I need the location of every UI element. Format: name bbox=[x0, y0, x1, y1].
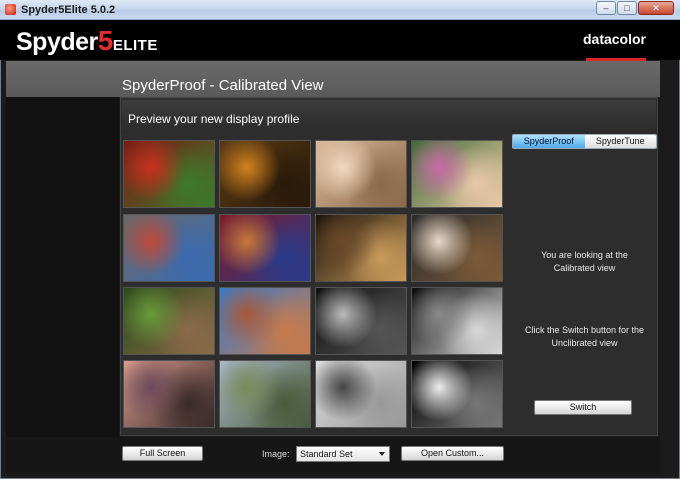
grayscale-test-thumbnail[interactable] bbox=[411, 360, 503, 428]
minimize-button[interactable]: – bbox=[596, 1, 616, 15]
girl-with-flowers-thumbnail[interactable] bbox=[411, 140, 503, 208]
image-set-select[interactable]: Standard Set bbox=[296, 446, 390, 462]
bw-abstract-thumbnail[interactable] bbox=[315, 360, 407, 428]
datacolor-logo: datacolor bbox=[582, 31, 646, 47]
logo-main: Spyder bbox=[16, 28, 98, 56]
page-title: SpyderProof - Calibrated View bbox=[122, 77, 324, 94]
logo-sub: ELITE bbox=[112, 37, 158, 54]
color-checker-thumbnail[interactable] bbox=[123, 214, 215, 282]
logo-number: 5 bbox=[97, 25, 114, 56]
spyder-logo: Spyder5ELITE bbox=[16, 25, 158, 57]
peppers-thumbnail[interactable] bbox=[123, 140, 215, 208]
brand-header: Spyder5ELITE datacolor bbox=[0, 20, 680, 63]
window-title: Spyder5Elite 5.0.2 bbox=[21, 4, 116, 16]
church-thumbnail[interactable] bbox=[219, 287, 311, 355]
thumbnail-grid bbox=[120, 137, 508, 432]
page-title-band bbox=[6, 61, 660, 97]
info-line-1: You are looking at the bbox=[541, 250, 628, 260]
fabric-stripes-thumbnail[interactable] bbox=[219, 214, 311, 282]
marilyn-statue-thumbnail[interactable] bbox=[411, 214, 503, 282]
image-set-value: Standard Set bbox=[300, 449, 353, 459]
spiral-staircase-thumbnail[interactable] bbox=[411, 287, 503, 355]
chevron-down-icon bbox=[379, 452, 385, 456]
open-custom-button[interactable]: Open Custom... bbox=[401, 446, 504, 461]
left-panel bbox=[6, 97, 119, 437]
woman-portrait-thumbnail[interactable] bbox=[315, 140, 407, 208]
maximize-button[interactable]: □ bbox=[617, 1, 637, 15]
full-screen-button[interactable]: Full Screen bbox=[122, 446, 203, 461]
info-line-4: Unclibrated view bbox=[551, 338, 618, 348]
tab-spydertune[interactable]: SpyderTune bbox=[584, 135, 656, 148]
title-bar: Spyder5Elite 5.0.2 – □ ✕ bbox=[0, 0, 680, 20]
view-tabs: SpyderProof SpyderTune bbox=[512, 134, 657, 149]
switch-button[interactable]: Switch bbox=[534, 400, 632, 415]
app-icon bbox=[5, 4, 16, 15]
close-button[interactable]: ✕ bbox=[638, 1, 674, 15]
guitar-player-thumbnail[interactable] bbox=[315, 214, 407, 282]
info-line-3: Click the Switch button for the bbox=[524, 325, 645, 335]
bw-portrait-thumbnail[interactable] bbox=[315, 287, 407, 355]
window-controls: – □ ✕ bbox=[596, 1, 674, 15]
sunset-landscape-thumbnail[interactable] bbox=[123, 360, 215, 428]
spice-bowls-thumbnail[interactable] bbox=[219, 140, 311, 208]
tab-spyderproof[interactable]: SpyderProof bbox=[513, 135, 585, 148]
rolling-hills-thumbnail[interactable] bbox=[219, 360, 311, 428]
garden-urn-thumbnail[interactable] bbox=[123, 287, 215, 355]
image-label: Image: bbox=[262, 449, 290, 459]
page-subtitle: Preview your new display profile bbox=[128, 112, 300, 126]
info-line-2: Calibrated view bbox=[553, 263, 616, 273]
